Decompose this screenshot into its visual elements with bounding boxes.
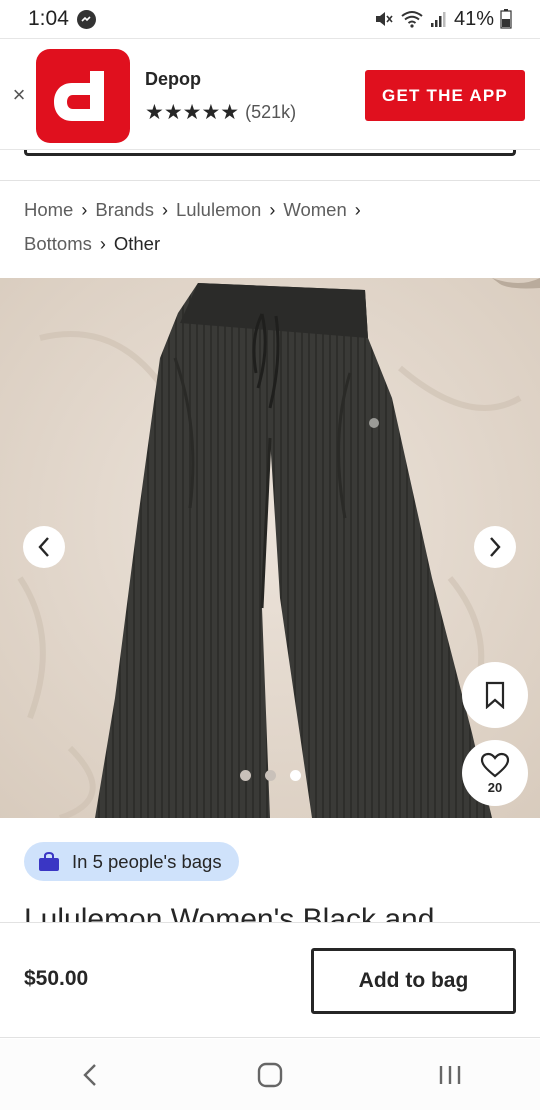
mute-icon: [375, 12, 393, 26]
status-indicators: 41%: [374, 8, 512, 31]
banner-app-name: Depop: [145, 69, 201, 89]
recents-button[interactable]: [420, 1050, 480, 1100]
product-photo: [0, 278, 540, 818]
product-title: Lululemon Women's Black and: [24, 907, 524, 922]
bookmark-icon: [485, 681, 505, 709]
rating-count: (521k): [245, 102, 297, 122]
recents-icon: [439, 1065, 461, 1084]
purchase-bar: $50.00 Add to bag: [0, 922, 540, 1038]
back-button[interactable]: [60, 1050, 120, 1100]
bags-badge-text: In 5 people's bags: [72, 850, 222, 872]
breadcrumb: Home › Brands › Lululemon › Women › Bottoms › Othe…: [24, 193, 524, 261]
bags-count-badge: In 5 people's bags: [24, 842, 239, 881]
breadcrumb-separator: ›: [99, 234, 106, 254]
battery-percent: 41%: [453, 7, 494, 30]
breadcrumb-separator: ›: [161, 200, 168, 220]
breadcrumb-separator: ›: [81, 200, 88, 220]
breadcrumb-separator: ›: [354, 200, 361, 220]
breadcrumb-other: Other: [113, 233, 161, 254]
search-bar-edge[interactable]: [24, 150, 516, 156]
gallery-dot[interactable]: [265, 770, 276, 781]
product-title-text: Lululemon Women's Black and: [24, 907, 524, 922]
home-button[interactable]: [240, 1050, 300, 1100]
breadcrumb-lululemon[interactable]: Lululemon: [176, 199, 261, 220]
messenger-icon: [76, 9, 96, 29]
chevron-left-icon: [38, 537, 49, 557]
previous-image-button[interactable]: [23, 526, 65, 568]
breadcrumb-bottoms[interactable]: Bottoms: [24, 233, 92, 254]
product-price: $50.00: [24, 967, 89, 990]
home-icon: [257, 1062, 283, 1087]
divider: [0, 180, 540, 181]
system-nav-bar: [0, 1039, 540, 1110]
breadcrumb-brands[interactable]: Brands: [95, 199, 154, 220]
wifi-icon: [401, 11, 423, 28]
product-image-gallery[interactable]: 20: [0, 278, 540, 818]
add-to-bag-button[interactable]: Add to bag: [311, 948, 516, 1014]
breadcrumb-women[interactable]: Women: [283, 199, 346, 220]
app-banner: × Depop ★★★★★ (521k) GET THE APP: [0, 38, 540, 150]
gallery-dot-active[interactable]: [290, 770, 301, 781]
battery-icon: [500, 9, 512, 29]
close-banner-button[interactable]: ×: [10, 82, 28, 107]
save-button[interactable]: [462, 662, 528, 728]
shopping-bag-icon: [39, 851, 59, 871]
chevron-right-icon: [490, 537, 501, 557]
like-button[interactable]: 20: [462, 740, 528, 806]
next-image-button[interactable]: [474, 526, 516, 568]
banner-rating: ★★★★★ (521k): [145, 100, 296, 125]
breadcrumb-separator: ›: [269, 200, 276, 220]
back-icon: [83, 1063, 96, 1086]
depop-logo: [36, 49, 130, 143]
gallery-dot[interactable]: [240, 770, 251, 781]
heart-icon: [480, 752, 510, 777]
rating-stars: ★★★★★: [145, 101, 240, 124]
get-the-app-button[interactable]: GET THE APP: [365, 70, 525, 121]
breadcrumb-home[interactable]: Home: [24, 199, 73, 220]
status-time: 1:04: [28, 7, 69, 30]
gallery-pagination: [240, 770, 301, 781]
like-count: 20: [487, 779, 503, 795]
signal-icon: [430, 12, 446, 27]
status-bar: 1:04 41%: [0, 0, 540, 38]
